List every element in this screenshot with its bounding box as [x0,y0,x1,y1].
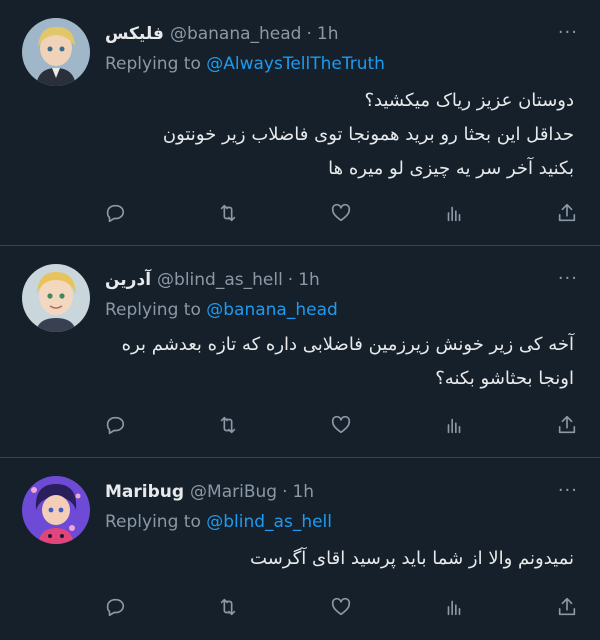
tweet-text: نمیدونم والا از شما باید پرسید اقای آگرس… [105,542,574,576]
tweet-feed: فلیکس @banana_head · 1h ··· Replying to … [0,0,600,640]
tweet-header: آدرین @blind_as_hell · 1h [105,270,320,290]
reply-icon [106,598,125,617]
share-icon [558,415,576,434]
timestamp[interactable]: 1h [298,270,320,290]
separator-dot: · [287,270,294,290]
analytics-icon [447,600,461,616]
replying-to-label: Replying to [105,54,207,74]
views-button[interactable] [439,198,469,228]
tweet-actions [100,198,582,228]
replying-to: Replying to @blind_as_hell [105,512,332,532]
replying-to: Replying to @AlwaysTellTheTruth [105,54,385,74]
heart-icon [331,203,351,222]
tweet-text: دوستان عزیز ریاک میکشید؟ حداقل این بحثا … [105,84,574,186]
analytics-icon [447,418,461,434]
avatar[interactable] [22,476,90,544]
avatar[interactable] [22,264,90,332]
reply-button[interactable] [100,410,130,440]
share-icon [558,203,576,222]
display-name[interactable]: فلیکس [105,24,164,44]
tweet-text-line: اونجا بحثاشو بکنه؟ [435,368,574,389]
analytics-icon [447,206,461,222]
heart-icon [331,597,351,616]
tweet-text-line: حداقل این بحثا رو برید همونجا توی فاضلاب… [162,124,574,145]
tweet-actions [100,592,582,622]
share-button[interactable] [552,198,582,228]
tweet-text-line: دوستان عزیز ریاک میکشید؟ [364,90,574,111]
replying-to: Replying to @banana_head [105,300,338,320]
like-button[interactable] [326,410,356,440]
tweet-text-line: بکنید آخر سر یه چیزی لو میره ها [328,158,574,179]
replying-to-label: Replying to [105,512,207,532]
more-icon[interactable]: ··· [558,480,578,501]
retweet-button[interactable] [213,592,243,622]
share-button[interactable] [552,592,582,622]
display-name[interactable]: آدرین [105,270,151,290]
share-button[interactable] [552,410,582,440]
reply-button[interactable] [100,592,130,622]
tweet-text-line: نمیدونم والا از شما باید پرسید اقای آگرس… [250,548,574,569]
reply-icon [106,204,125,223]
retweet-icon [220,598,236,616]
separator-dot: · [282,482,288,502]
views-button[interactable] [439,592,469,622]
user-handle[interactable]: @blind_as_hell [157,270,283,290]
tweet-text: آخه کی زیر خونش زیرزمین فاضلابی داره که … [105,328,574,396]
more-icon[interactable]: ··· [558,268,578,289]
tweet[interactable]: فلیکس @banana_head · 1h ··· Replying to … [0,0,600,246]
separator-dot: · [306,24,312,44]
reply-button[interactable] [100,198,130,228]
retweet-button[interactable] [213,410,243,440]
tweet[interactable]: آدرین @blind_as_hell · 1h ··· Replying t… [0,246,600,458]
timestamp[interactable]: 1h [317,24,339,44]
tweet-text-line: آخه کی زیر خونش زیرزمین فاضلابی داره که … [121,334,574,355]
like-button[interactable] [326,592,356,622]
retweet-button[interactable] [213,198,243,228]
retweet-icon [220,416,236,434]
share-icon [558,597,576,616]
views-button[interactable] [439,410,469,440]
display-name[interactable]: Maribug [105,482,184,502]
like-button[interactable] [326,198,356,228]
heart-icon [331,415,351,434]
replying-to-label: Replying to [105,300,207,320]
more-icon[interactable]: ··· [558,22,578,43]
tweet-header: فلیکس @banana_head · 1h [105,24,338,44]
tweet-actions [100,410,582,440]
retweet-icon [220,204,236,222]
mention-link[interactable]: @blind_as_hell [206,512,332,532]
user-handle[interactable]: @banana_head [170,24,302,44]
mention-link[interactable]: @AlwaysTellTheTruth [206,54,385,74]
tweet[interactable]: Maribug @MariBug · 1h ··· Replying to @b… [0,458,600,640]
user-handle[interactable]: @MariBug [190,482,277,502]
tweet-header: Maribug @MariBug · 1h [105,482,314,502]
avatar[interactable] [22,18,90,86]
reply-icon [106,416,125,435]
timestamp[interactable]: 1h [292,482,314,502]
mention-link[interactable]: @banana_head [206,300,338,320]
